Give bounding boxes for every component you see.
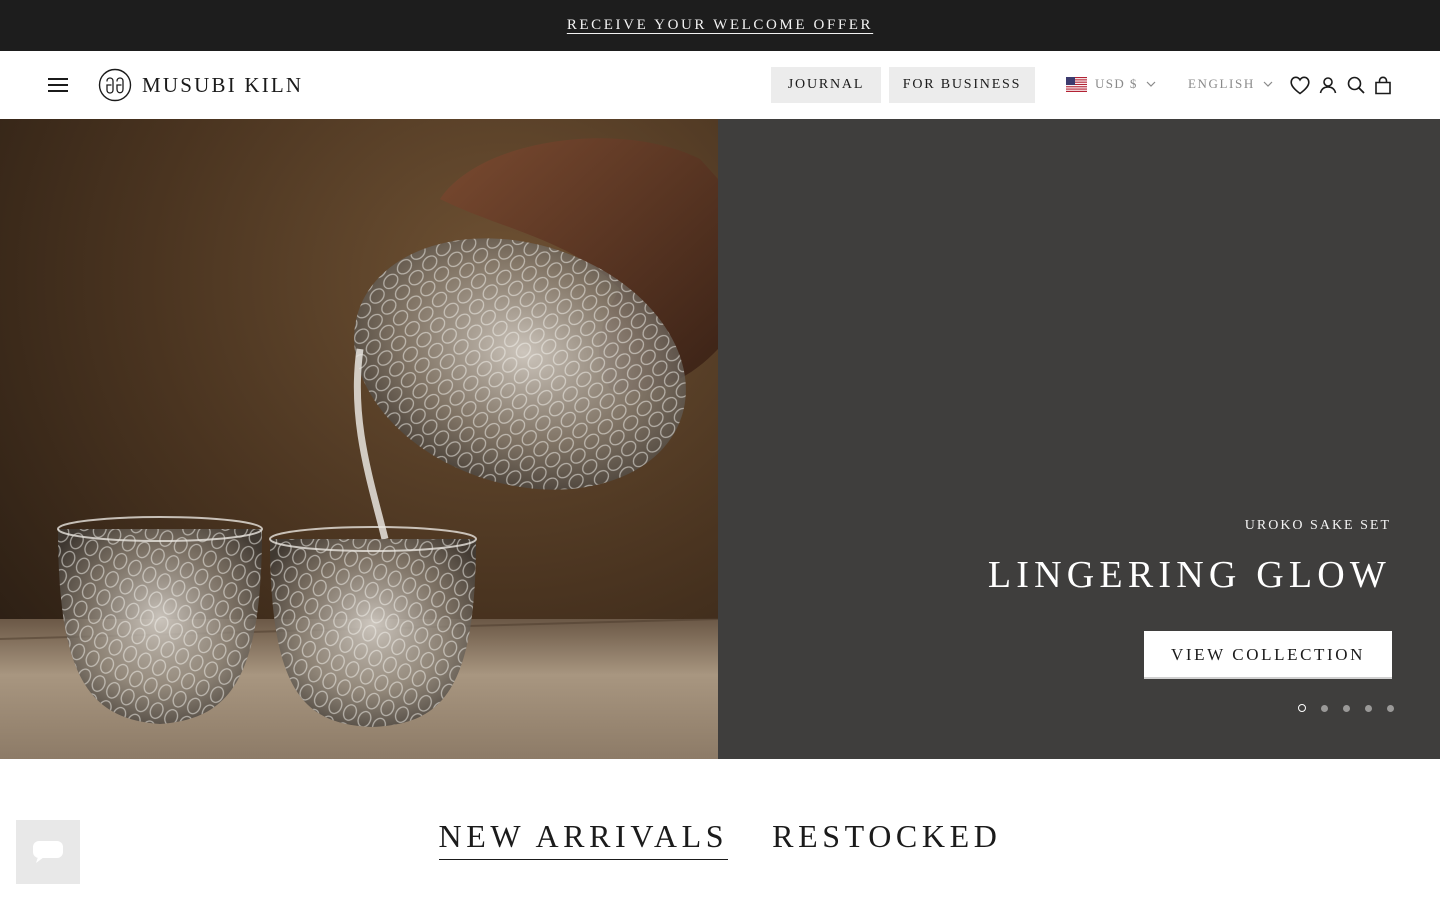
logo[interactable]: MUSUBI KILN xyxy=(98,68,303,102)
account-icon[interactable] xyxy=(1317,74,1339,96)
slide-dot-4[interactable] xyxy=(1365,704,1372,712)
announcement-bar: RECEIVE YOUR WELCOME OFFER xyxy=(0,0,1440,51)
welcome-offer-link[interactable]: RECEIVE YOUR WELCOME OFFER xyxy=(567,17,873,34)
tab-restocked[interactable]: RESTOCKED xyxy=(772,818,1001,860)
hero-eyebrow: UROKO SAKE SET xyxy=(1244,518,1391,533)
currency-selector[interactable]: USD $ xyxy=(1066,76,1156,92)
for-business-button[interactable]: FOR BUSINESS xyxy=(889,67,1035,103)
menu-icon[interactable] xyxy=(48,77,68,93)
hero-text-panel: UROKO SAKE SET LINGERING GLOW VIEW COLLE… xyxy=(718,119,1440,759)
language-label: ENGLISH xyxy=(1188,76,1255,91)
chevron-down-icon xyxy=(1146,81,1156,87)
hero-slideshow: UROKO SAKE SET LINGERING GLOW VIEW COLLE… xyxy=(0,119,1440,759)
heart-icon[interactable] xyxy=(1289,74,1311,96)
hero-image xyxy=(0,119,718,759)
tab-new-arrivals[interactable]: NEW ARRIVALS xyxy=(438,818,729,860)
slide-dot-1[interactable] xyxy=(1298,704,1306,712)
journal-button[interactable]: JOURNAL xyxy=(771,67,881,103)
knot-logo-icon xyxy=(98,68,132,102)
site-header: MUSUBI KILN JOURNAL FOR BUSINESS USD $ E… xyxy=(0,51,1440,119)
bag-icon[interactable] xyxy=(1372,74,1394,96)
search-icon[interactable] xyxy=(1345,74,1367,96)
hero-title: LINGERING GLOW xyxy=(987,554,1391,596)
us-flag-icon xyxy=(1066,76,1087,92)
slide-dot-3[interactable] xyxy=(1343,704,1350,712)
slide-pagination xyxy=(1298,704,1394,712)
language-selector[interactable]: ENGLISH xyxy=(1188,76,1273,92)
logo-text: MUSUBI KILN xyxy=(142,72,304,97)
chat-bubble-icon xyxy=(33,841,63,863)
chat-launcher-button[interactable] xyxy=(16,820,80,884)
slide-dot-5[interactable] xyxy=(1387,704,1394,712)
slide-dot-2[interactable] xyxy=(1321,704,1328,712)
collection-tabs: NEW ARRIVALS RESTOCKED xyxy=(0,818,1440,860)
chevron-down-icon xyxy=(1263,81,1273,87)
view-collection-button[interactable]: VIEW COLLECTION xyxy=(1144,631,1392,679)
currency-label: USD $ xyxy=(1095,76,1138,91)
